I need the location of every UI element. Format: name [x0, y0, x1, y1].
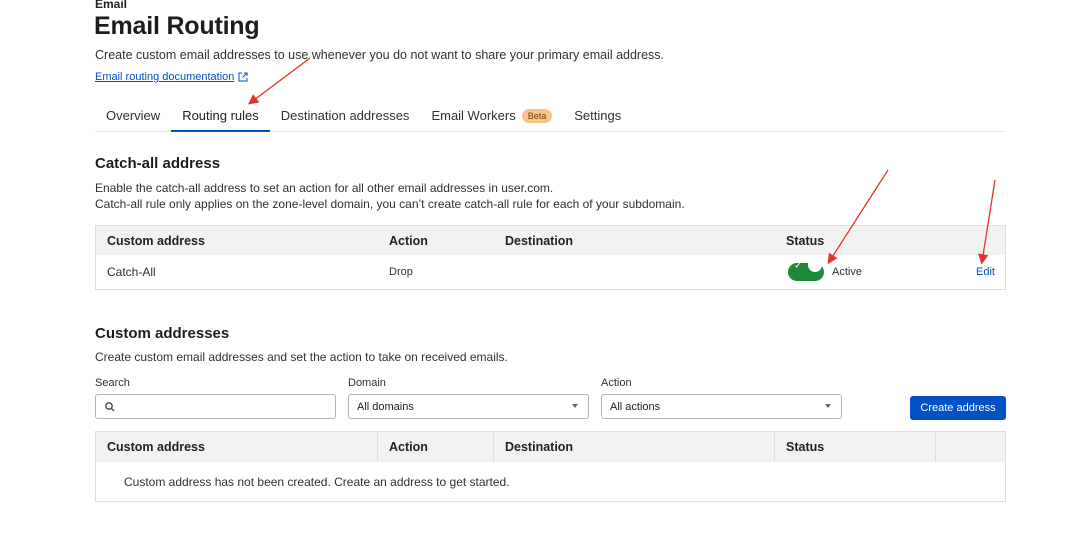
column-header-actions: [936, 432, 1005, 462]
action-select-value: All actions: [610, 400, 661, 413]
column-header-status: Status: [786, 233, 825, 248]
table-row: Catch-All Drop ✓ Active Edit: [96, 255, 1005, 289]
catch-all-edit-link[interactable]: Edit: [976, 266, 995, 278]
catch-all-table-header: Custom address Action Destination Status: [96, 226, 1005, 255]
column-header-destination: Destination: [494, 432, 775, 462]
domain-label: Domain: [348, 377, 386, 389]
column-header-status: Status: [775, 432, 936, 462]
domain-select[interactable]: All domains: [348, 394, 589, 419]
create-address-button[interactable]: Create address: [910, 396, 1006, 420]
annotation-arrow-routing-rules: [247, 57, 311, 105]
tab-destination-addresses[interactable]: Destination addresses: [270, 100, 421, 131]
documentation-link-label: Email routing documentation: [95, 71, 235, 83]
custom-addresses-table-header: Custom address Action Destination Status: [96, 432, 1005, 462]
tab-settings[interactable]: Settings: [563, 100, 632, 131]
column-header-custom-address: Custom address: [96, 432, 378, 462]
custom-addresses-description: Create custom email addresses and set th…: [95, 350, 508, 364]
catch-all-address-cell: Catch-All: [107, 265, 156, 279]
empty-state-message: Custom address has not been created. Cre…: [124, 475, 510, 489]
domain-select-value: All domains: [357, 400, 414, 413]
chevron-down-icon: [825, 404, 831, 408]
custom-addresses-table: Custom address Action Destination Status…: [95, 431, 1006, 502]
eyebrow-label: Email: [95, 0, 128, 11]
beta-badge: Beta: [521, 108, 553, 123]
custom-addresses-title: Custom addresses: [95, 325, 230, 342]
external-link-icon: [238, 72, 248, 82]
catch-all-title: Catch-all address: [95, 155, 221, 172]
page-subtitle: Create custom email addresses to use whe…: [95, 48, 665, 62]
page-title: Email Routing: [94, 12, 260, 40]
column-header-destination: Destination: [505, 233, 574, 248]
column-header-action: Action: [378, 432, 494, 462]
tab-bar: Overview Routing rules Destination addre…: [95, 100, 1005, 132]
action-label: Action: [601, 377, 632, 389]
search-icon: [105, 401, 115, 411]
catch-all-desc-line2: Catch-all rule only applies on the zone-…: [95, 197, 685, 211]
search-label: Search: [95, 377, 130, 389]
toggle-knob: [808, 258, 822, 272]
check-icon: ✓: [794, 260, 803, 272]
catch-all-status-toggle[interactable]: ✓: [788, 258, 824, 281]
tab-email-workers[interactable]: Email Workers Beta: [420, 100, 563, 131]
action-select[interactable]: All actions: [601, 394, 842, 419]
catch-all-action-cell: Drop: [389, 266, 413, 278]
catch-all-description: Enable the catch-all address to set an a…: [95, 180, 685, 212]
catch-all-status-label: Active: [832, 266, 862, 278]
documentation-link[interactable]: Email routing documentation: [95, 71, 248, 83]
search-input[interactable]: [95, 394, 336, 419]
catch-all-desc-line1: Enable the catch-all address to set an a…: [95, 181, 554, 195]
column-header-custom-address: Custom address: [107, 233, 205, 248]
catch-all-table: Custom address Action Destination Status…: [95, 225, 1006, 290]
chevron-down-icon: [572, 404, 578, 408]
tab-overview[interactable]: Overview: [95, 100, 171, 131]
tab-routing-rules[interactable]: Routing rules: [171, 100, 270, 132]
column-header-action: Action: [389, 233, 428, 248]
